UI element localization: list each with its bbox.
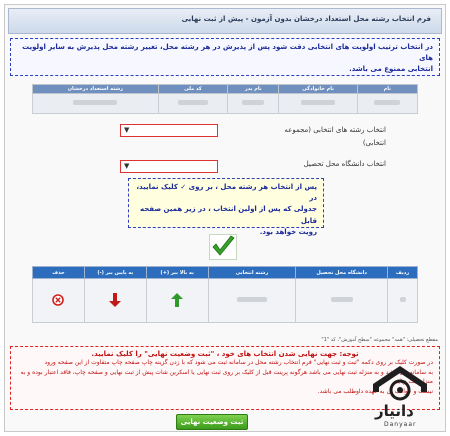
table-footnote: مقطع تحصیلی: "همه" مجموعه "سطح آموزش"، ک… — [321, 337, 438, 343]
arrow-up-icon[interactable] — [171, 292, 184, 307]
cell-father-name — [227, 93, 280, 114]
col-delete: حذف — [32, 266, 85, 279]
cell-university — [295, 278, 389, 323]
cell-last-name — [278, 93, 358, 114]
selection-table: ردیف دانشگاه محل تحصیل رشته انتخابی به ب… — [32, 266, 418, 323]
delete-icon[interactable] — [52, 293, 65, 306]
delete-cell — [32, 278, 85, 323]
watermark-sub: Danyaar — [384, 421, 417, 428]
col-move-up: به بالا ببر (+) — [145, 266, 209, 279]
final-submit-button[interactable]: ثبت وضعیت نهایی — [176, 414, 248, 430]
move-down-cell — [83, 278, 147, 323]
col-talent-field: رشته استعداد درخشان — [32, 84, 159, 94]
priority-notice: در انتخاب ترتیب اولویت های انتخابی دقت ش… — [10, 38, 440, 76]
cell-national-code — [157, 93, 229, 114]
chevron-down-icon: ▼ — [124, 162, 130, 170]
col-first-name: نام — [356, 84, 419, 94]
watermark-word: دانیار — [375, 402, 414, 420]
col-field: رشته انتخابی — [207, 266, 297, 279]
university-select-label: انتخاب دانشگاه محل تحصیل — [303, 160, 386, 168]
priority-notice-line2: انتخابی ممنوع می باشد. — [349, 64, 433, 73]
priority-notice-line1: در انتخاب ترتیب اولویت های انتخابی دقت ش… — [22, 43, 433, 62]
col-father-name: نام پدر — [227, 84, 280, 94]
col-university: دانشگاه محل تحصیل — [295, 266, 389, 279]
col-national-code: کد ملی — [157, 84, 229, 94]
instruction-line1: پس از انتخاب هر رشته محل ، بر روی ✓ کلیک… — [136, 183, 317, 203]
arrow-down-icon[interactable] — [109, 292, 122, 307]
page-title: فرم انتخاب رشته محل استعداد درخشان بدون … — [181, 15, 431, 23]
cell-first-name — [356, 93, 419, 114]
cell-row — [387, 278, 418, 323]
table-row — [32, 278, 418, 323]
col-move-down: به پایین ببر (-) — [83, 266, 147, 279]
instruction-notice: پس از انتخاب هر رشته محل ، بر روی ✓ کلیک… — [128, 178, 324, 236]
cell-field — [207, 278, 297, 323]
university-select[interactable]: ▼ — [120, 160, 218, 173]
field-select-label-line2: انتخابی) — [362, 138, 386, 147]
applicant-info-table: نام نام خانوادگی نام پدر کد ملی رشته است… — [32, 84, 419, 114]
page-header: فرم انتخاب رشته محل استعداد درخشان بدون … — [8, 8, 442, 34]
instruction-line2: جدولی که پس از اولین انتخاب ، در زیر همی… — [139, 205, 317, 225]
col-row: ردیف — [387, 266, 418, 279]
move-up-cell — [145, 278, 209, 323]
field-select[interactable]: ▼ — [120, 124, 218, 137]
final-notice-title: توجه: جهت نهایی شدن انتخاب های خود ، "ثب… — [91, 350, 359, 358]
field-select-label-line1: انتخاب رشته های انتخابی (مجموعه — [284, 126, 386, 134]
field-select-label: انتخاب رشته های انتخابی (مجموعه انتخابی) — [226, 124, 386, 149]
add-selection-check-icon[interactable] — [209, 234, 237, 260]
col-last-name: نام خانوادگی — [278, 84, 358, 94]
chevron-down-icon: ▼ — [124, 126, 130, 134]
cell-talent-field — [32, 93, 159, 114]
